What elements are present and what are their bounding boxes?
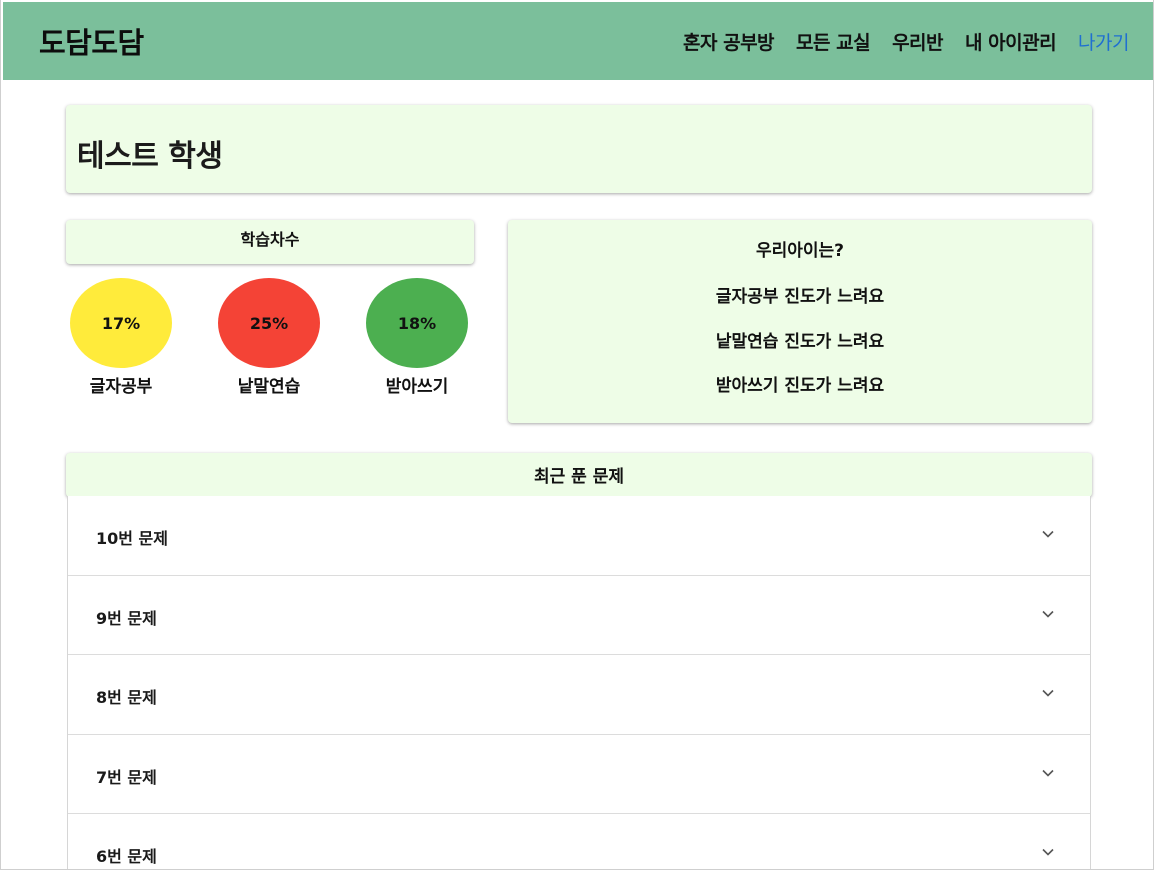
top-navbar: 도담도담 혼자 공부방 모든 교실 우리반 내 아이관리 나가기	[3, 2, 1153, 80]
feedback-line: 낱말연습 진도가 느려요	[715, 332, 885, 352]
main-nav: 혼자 공부방 모든 교실 우리반 내 아이관리 나가기	[683, 28, 1129, 55]
problem-item[interactable]: 6번 문제	[68, 814, 1090, 869]
problem-label: 7번 문제	[96, 767, 157, 787]
feedback-card: 우리아이는? 글자공부 진도가 느려요 낱말연습 진도가 느려요 받아쓰기 진도…	[508, 220, 1092, 423]
problem-item[interactable]: 8번 문제	[68, 655, 1090, 735]
progress-circle: 25%	[218, 278, 320, 368]
student-name-card: 테스트 학생	[66, 105, 1092, 193]
progress-circles: 17% 글자공부 25% 낱말연습 18% 받아쓰기	[66, 278, 474, 398]
nav-my-child[interactable]: 내 아이관리	[965, 28, 1057, 55]
nav-all-classes[interactable]: 모든 교실	[796, 28, 871, 55]
chevron-down-icon[interactable]	[1040, 606, 1056, 622]
brand-logo[interactable]: 도담도담	[39, 20, 144, 62]
progress-item-words: 25% 낱말연습	[214, 278, 324, 397]
nav-our-class[interactable]: 우리반	[892, 28, 943, 55]
progress-circle: 18%	[366, 278, 468, 368]
nav-study-room[interactable]: 혼자 공부방	[683, 28, 775, 55]
page: 도담도담 혼자 공부방 모든 교실 우리반 내 아이관리 나가기 테스트 학생 …	[0, 0, 1154, 870]
recent-problems-list: 10번 문제 9번 문제 8번 문제 7번 문제 6번 문제	[67, 496, 1091, 869]
problem-label: 8번 문제	[96, 688, 157, 708]
problem-item[interactable]: 9번 문제	[68, 576, 1090, 656]
feedback-line: 글자공부 진도가 느려요	[715, 287, 885, 307]
chevron-down-icon[interactable]	[1040, 844, 1056, 860]
progress-label: 글자공부	[89, 377, 153, 397]
nav-logout[interactable]: 나가기	[1078, 28, 1129, 55]
progress-header: 학습차수	[66, 220, 474, 264]
progress-percent: 25%	[249, 313, 289, 333]
progress-label: 받아쓰기	[385, 377, 449, 397]
chevron-down-icon[interactable]	[1040, 685, 1056, 701]
problem-item[interactable]: 7번 문제	[68, 735, 1090, 815]
progress-item-dictation: 18% 받아쓰기	[362, 278, 472, 397]
recent-problems-title: 최근 푼 문제	[533, 467, 625, 487]
progress-title: 학습차수	[240, 230, 300, 249]
student-name: 테스트 학생	[77, 139, 223, 174]
feedback-line: 받아쓰기 진도가 느려요	[715, 376, 885, 396]
progress-percent: 17%	[101, 313, 141, 333]
chevron-down-icon[interactable]	[1040, 765, 1056, 781]
problem-item[interactable]: 10번 문제	[68, 496, 1090, 576]
progress-percent: 18%	[397, 313, 437, 333]
feedback-title: 우리아이는?	[755, 241, 845, 261]
progress-circle: 17%	[70, 278, 172, 368]
recent-problems-header: 최근 푼 문제	[66, 453, 1092, 497]
chevron-down-icon[interactable]	[1040, 526, 1056, 542]
problem-label: 10번 문제	[96, 529, 168, 548]
problem-label: 9번 문제	[96, 608, 157, 628]
problem-label: 6번 문제	[96, 847, 157, 867]
progress-label: 낱말연습	[237, 377, 301, 397]
progress-item-letters: 17% 글자공부	[66, 278, 176, 397]
